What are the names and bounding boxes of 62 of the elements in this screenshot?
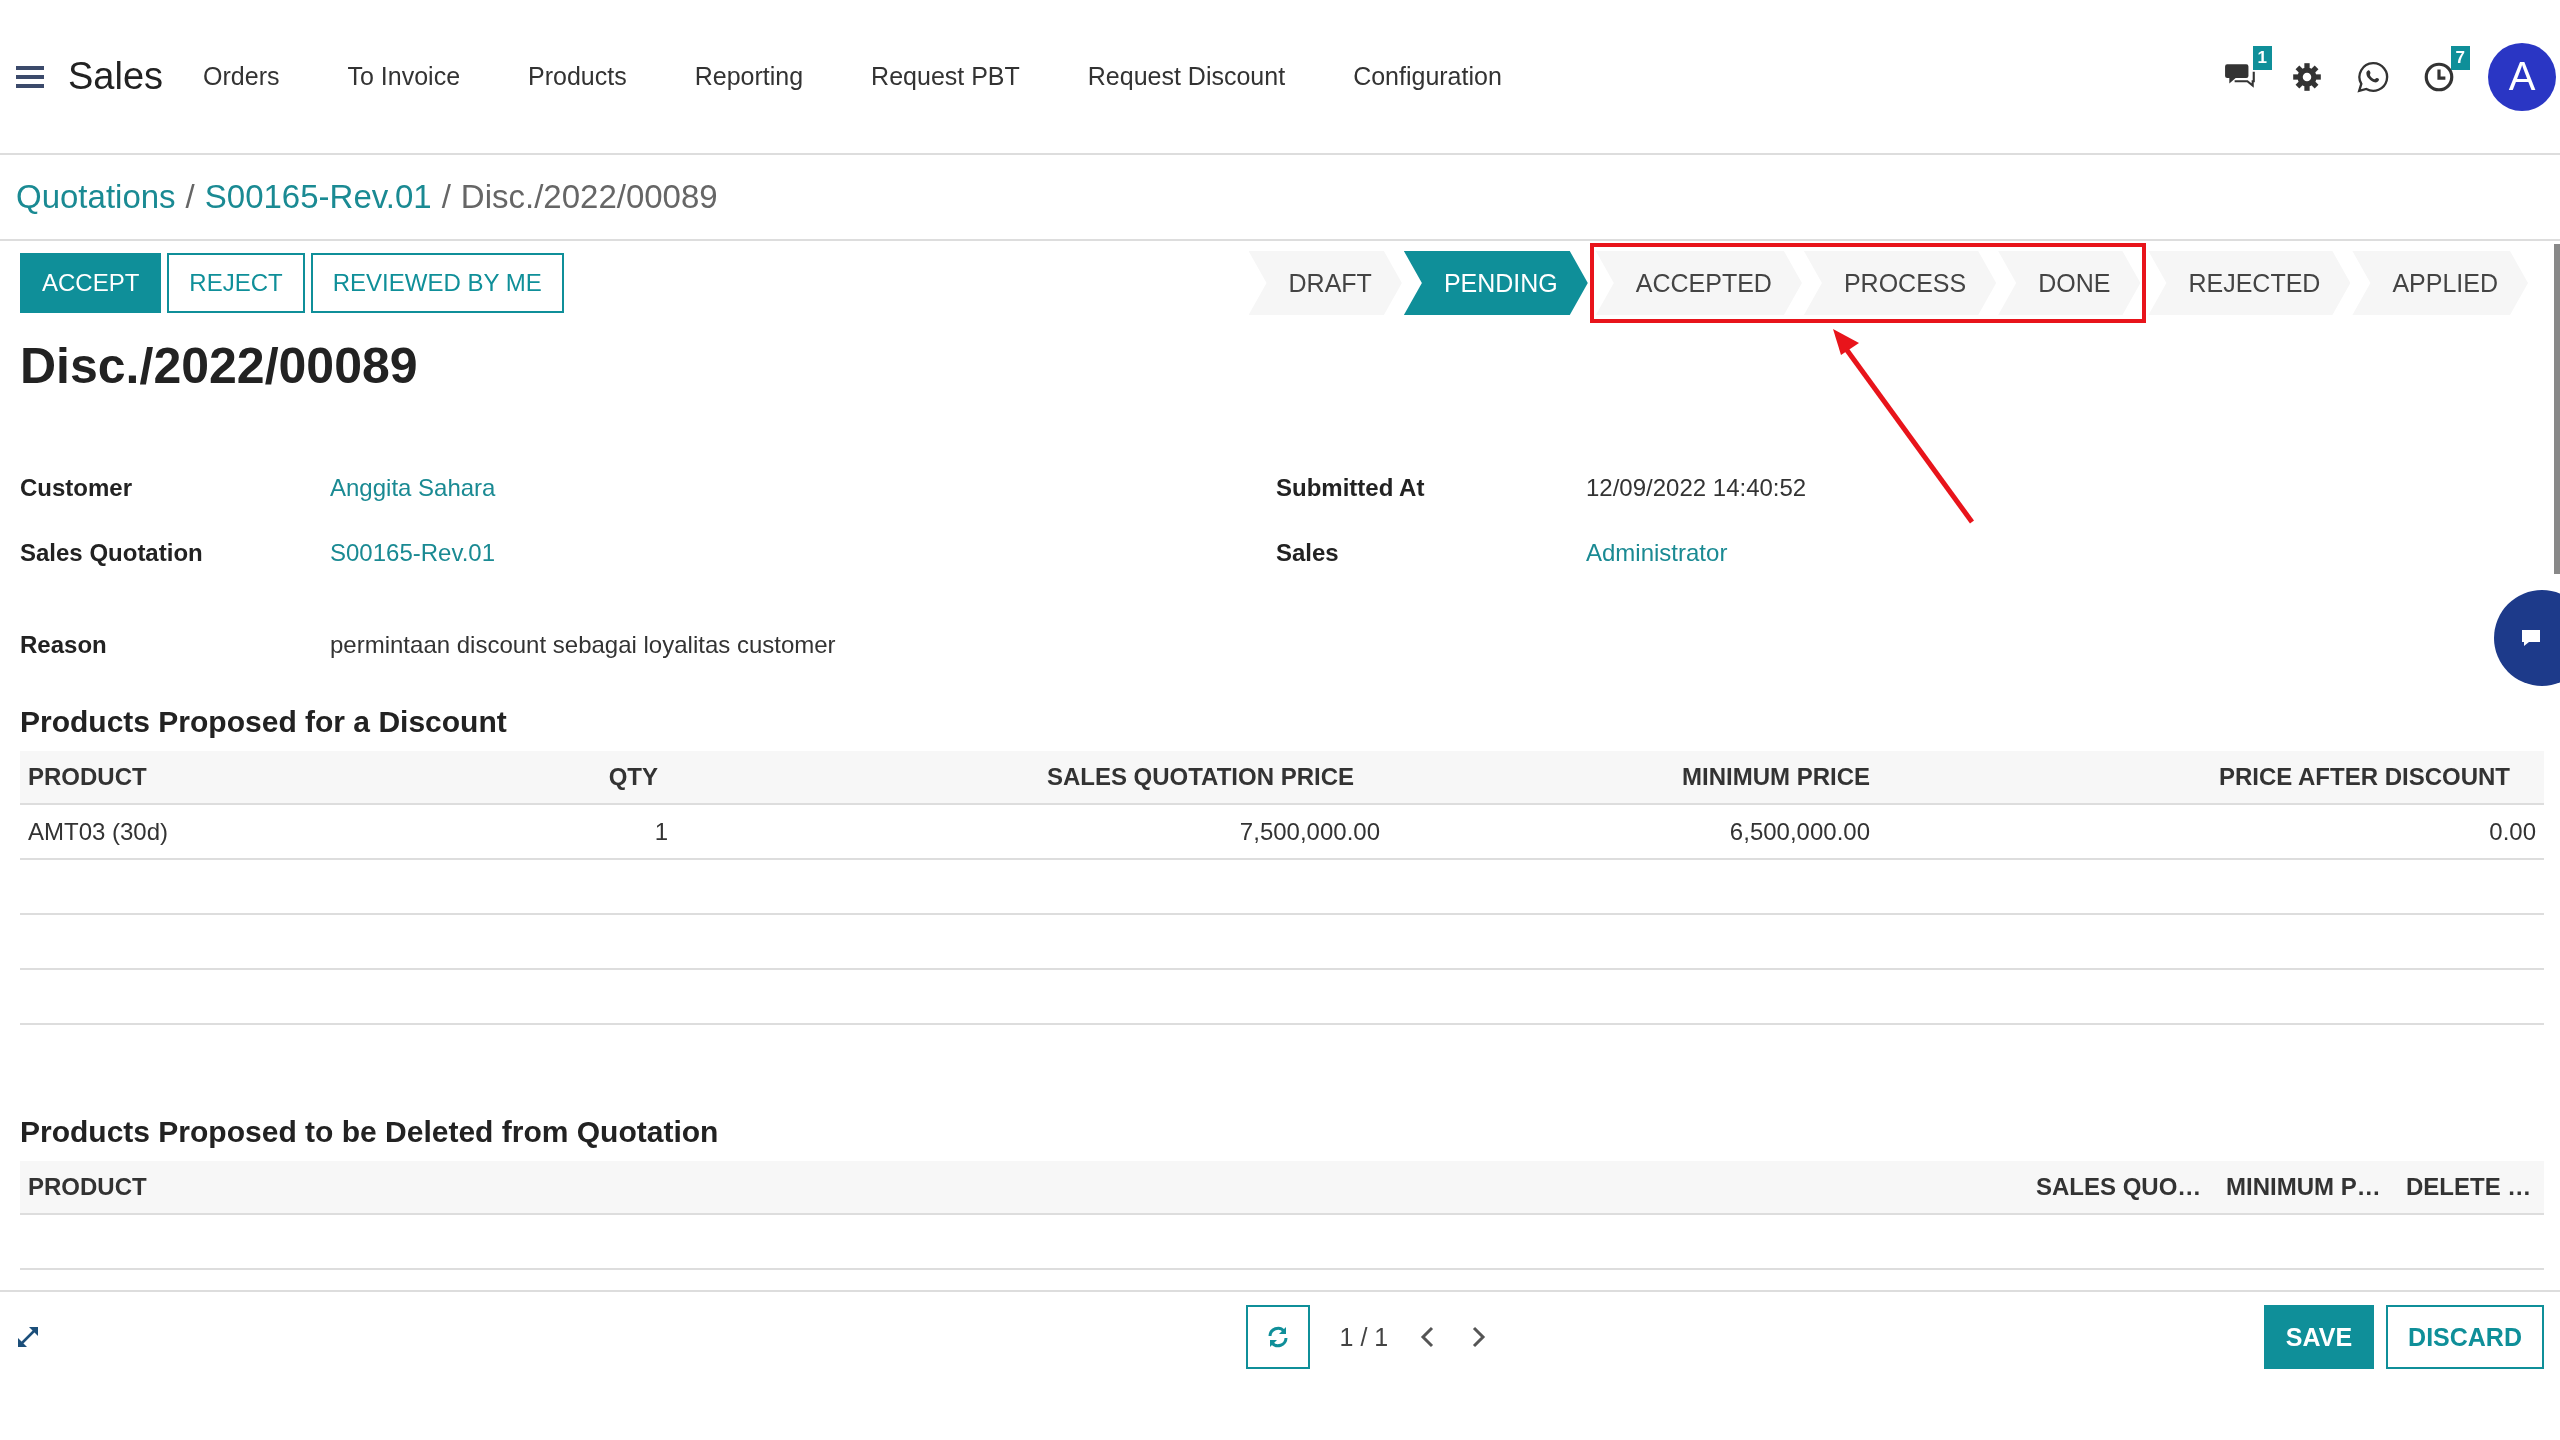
- section-title: Products Proposed to be Deleted from Quotation: [20, 1115, 720, 1149]
- menu-item[interactable]: Configuration: [1353, 62, 1502, 91]
- breadcrumb-current: Disc./2022/00089: [460, 178, 718, 216]
- field-label: Sales Quotation: [20, 538, 204, 567]
- menu-item[interactable]: Products: [528, 62, 627, 91]
- status-stage[interactable]: DRAFT: [1248, 251, 1402, 315]
- field-label: Sales: [1276, 538, 1340, 567]
- status-stage[interactable]: ACCEPTED: [1595, 251, 1802, 315]
- status-stage[interactable]: PROCESS: [1803, 251, 1997, 315]
- breadcrumb-link[interactable]: Quotations: [16, 178, 176, 216]
- pager-value: 1 / 1: [1339, 1322, 1389, 1352]
- table-cell-text: 1: [653, 817, 668, 846]
- field-link[interactable]: Anggita Sahara: [330, 473, 496, 502]
- breadcrumb-link[interactable]: S00165-Rev.01: [204, 178, 432, 216]
- field-value: permintaan discount sebagai loyalitas customer: [330, 630, 836, 659]
- column-header[interactable]: PRODUCT: [28, 1173, 2036, 1201]
- status-stage[interactable]: REJECTED: [2148, 251, 2351, 315]
- notification-badge: 1: [2252, 45, 2272, 70]
- column-header[interactable]: DELETE …: [2406, 1173, 2536, 1201]
- user-avatar[interactable]: A: [2488, 42, 2556, 111]
- breadcrumb-separator: /: [185, 178, 195, 216]
- app-title[interactable]: Sales: [68, 55, 164, 98]
- save-button[interactable]: SAVE: [2263, 1305, 2375, 1369]
- menu-item[interactable]: Request Discount: [1087, 62, 1286, 91]
- status-stage[interactable]: DONE: [1998, 251, 2141, 315]
- field-label: Submitted At: [1276, 473, 1426, 502]
- table-cell-text: 0.00: [2488, 817, 2536, 846]
- menu-icon[interactable]: [16, 64, 44, 89]
- status-stage[interactable]: APPLIED: [2352, 251, 2528, 315]
- table-cell-text: 7,500,000.00: [1238, 817, 1380, 846]
- status-stage[interactable]: PENDING: [1403, 251, 1588, 315]
- field-link[interactable]: S00165-Rev.01: [330, 538, 495, 567]
- table-cell-text: AMT03 (30d): [28, 817, 170, 846]
- action-button[interactable]: ACCEPT: [20, 253, 162, 313]
- expand-icon[interactable]: [16, 1325, 40, 1349]
- column-header[interactable]: PRODUCT: [28, 763, 548, 791]
- column-header[interactable]: SALES QUO…: [2036, 1173, 2226, 1201]
- field-label: Reason: [20, 630, 108, 659]
- action-button[interactable]: REJECT: [167, 253, 305, 313]
- action-button[interactable]: REVIEWED BY ME: [310, 253, 564, 313]
- record-title: Disc./2022/00089: [20, 337, 419, 395]
- notification-badge: 7: [2450, 45, 2470, 70]
- section-title: Products Proposed for a Discount: [20, 705, 508, 739]
- discard-button[interactable]: DISCARD: [2386, 1305, 2544, 1369]
- column-header[interactable]: QTY: [548, 763, 668, 791]
- field-label: Customer: [20, 473, 134, 502]
- menu-item[interactable]: Reporting: [694, 62, 804, 91]
- column-header[interactable]: MINIMUM PRICE: [1380, 763, 1870, 791]
- field-link[interactable]: Administrator: [1586, 538, 1728, 567]
- column-header[interactable]: PRICE AFTER DISCOUNT: [1870, 763, 2536, 791]
- column-header[interactable]: MINIMUM P…: [2226, 1173, 2406, 1201]
- field-value: 12/09/2022 14:40:52: [1586, 473, 1807, 502]
- menu-item[interactable]: Request PBT: [871, 62, 1020, 91]
- scrollbar[interactable]: [2554, 244, 2560, 574]
- breadcrumb-separator: /: [441, 178, 451, 216]
- refresh-button[interactable]: [1245, 1305, 1310, 1369]
- chat-icon: [2520, 628, 2542, 648]
- column-header[interactable]: SALES QUOTATION PRICE: [668, 763, 1380, 791]
- menu-item[interactable]: To Invoice: [347, 62, 461, 91]
- whatsapp-icon[interactable]: [2356, 59, 2390, 94]
- table-cell-text: 6,500,000.00: [1728, 817, 1870, 846]
- menu-item[interactable]: Orders: [203, 62, 280, 91]
